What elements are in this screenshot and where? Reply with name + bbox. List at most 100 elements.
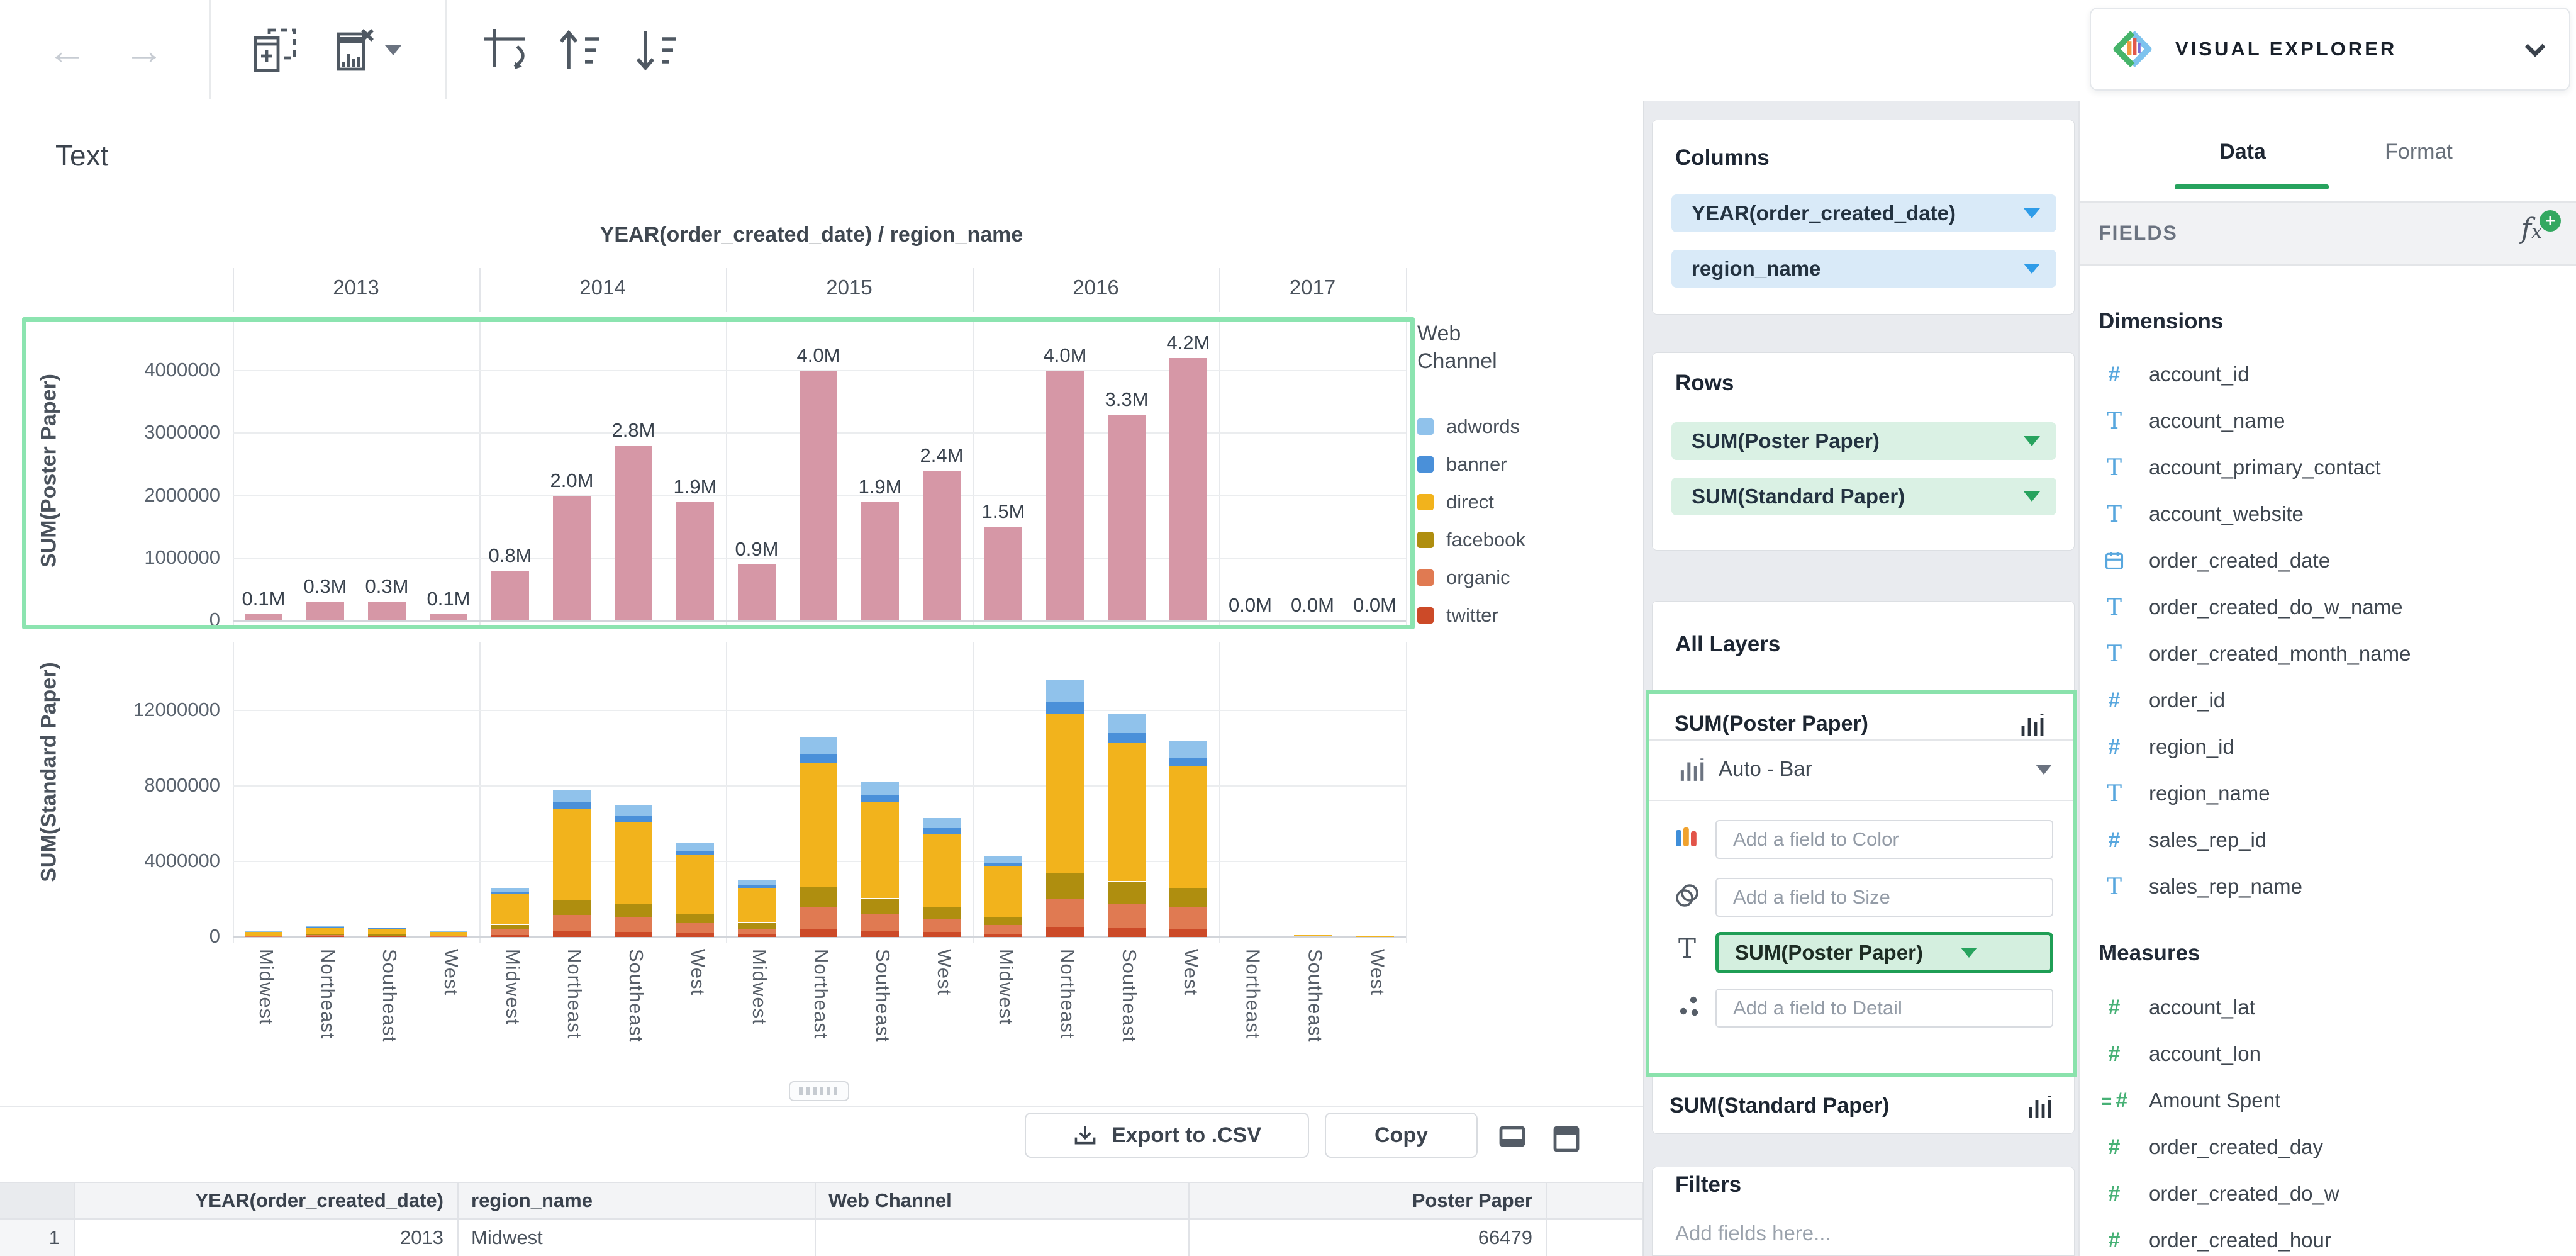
poster-bar[interactable]: [1169, 358, 1207, 620]
field-item-region-name[interactable]: Tregion_name: [2080, 770, 2576, 817]
stack-segment-organic[interactable]: [615, 917, 652, 932]
stack-segment-direct[interactable]: [1169, 766, 1207, 888]
stack-segment-organic[interactable]: [676, 923, 714, 934]
poster-bar[interactable]: [430, 614, 467, 620]
sort-ascending-icon[interactable]: [552, 24, 605, 77]
forward-arrow-icon[interactable]: →: [124, 27, 164, 74]
stack-segment-facebook[interactable]: [306, 934, 344, 936]
legend-item[interactable]: facebook: [1417, 521, 1525, 559]
back-arrow-icon[interactable]: ←: [47, 27, 87, 74]
stack-segment-adwords[interactable]: [1169, 741, 1207, 758]
stack-segment-banner[interactable]: [368, 928, 406, 929]
detail-shelf-input[interactable]: [1715, 989, 2053, 1028]
stack-segment-facebook[interactable]: [984, 917, 1022, 925]
field-item-order-created-month-name[interactable]: Torder_created_month_name: [2080, 631, 2576, 677]
table-row[interactable]: 12013Midwest66479: [0, 1220, 1643, 1256]
field-item-account-lon[interactable]: #account_lon: [2080, 1031, 2576, 1077]
remove-chart-caret-icon[interactable]: [385, 45, 401, 55]
chevron-down-icon[interactable]: [2036, 765, 2052, 775]
stack-segment-banner[interactable]: [984, 863, 1022, 866]
stack-segment-adwords[interactable]: [738, 880, 776, 885]
stack-segment-twitter[interactable]: [1046, 927, 1084, 937]
bar-chart-icon[interactable]: [2026, 1092, 2053, 1120]
stack-segment-direct[interactable]: [306, 927, 344, 934]
stack-segment-direct[interactable]: [553, 809, 591, 900]
stack-segment-banner[interactable]: [738, 885, 776, 888]
stack-segment-facebook[interactable]: [1046, 873, 1084, 899]
poster-bar[interactable]: [738, 564, 776, 620]
stack-segment-banner[interactable]: [306, 927, 344, 928]
poster-bar[interactable]: [245, 614, 282, 620]
stack-segment-facebook[interactable]: [676, 914, 714, 923]
field-item-region-id[interactable]: #region_id: [2080, 724, 2576, 770]
stack-segment-direct[interactable]: [923, 834, 961, 907]
pivot-axes-icon[interactable]: [479, 24, 532, 77]
field-item-order-created-do-w-name[interactable]: Torder_created_do_w_name: [2080, 584, 2576, 631]
column-pill-region[interactable]: region_name: [1671, 250, 2056, 288]
chevron-down-icon[interactable]: [1961, 948, 1977, 958]
stack-segment-organic[interactable]: [861, 914, 899, 931]
legend-item[interactable]: organic: [1417, 559, 1525, 597]
stack-segment-banner[interactable]: [1108, 733, 1146, 743]
stack-segment-direct[interactable]: [491, 894, 529, 924]
poster-bar[interactable]: [676, 502, 714, 620]
stack-segment-facebook[interactable]: [491, 925, 529, 930]
row-pill-poster[interactable]: SUM(Poster Paper): [1671, 422, 2056, 460]
poster-bar[interactable]: [553, 496, 591, 620]
stack-segment-organic[interactable]: [923, 919, 961, 933]
stack-segment-adwords[interactable]: [1108, 714, 1146, 733]
stack-segment-organic[interactable]: [430, 936, 467, 937]
visual-explorer-menu-button[interactable]: VISUAL EXPLORER: [2090, 8, 2570, 91]
stack-segment-twitter[interactable]: [984, 934, 1022, 937]
field-item-order-created-date[interactable]: order_created_date: [2080, 537, 2576, 584]
chart-text-annotation[interactable]: Text: [55, 138, 108, 172]
legend-item[interactable]: adwords: [1417, 408, 1525, 446]
mark-type-select[interactable]: Auto - Bar: [1719, 757, 1812, 781]
stack-segment-twitter[interactable]: [368, 936, 406, 937]
poster-bar[interactable]: [984, 527, 1022, 620]
tab-data[interactable]: Data: [2219, 140, 2266, 164]
export-csv-button[interactable]: Export to .CSV: [1025, 1113, 1309, 1158]
field-item-order-created-do-w[interactable]: #order_created_do_w: [2080, 1170, 2576, 1217]
stack-segment-twitter[interactable]: [923, 932, 961, 937]
chevron-down-icon[interactable]: [2024, 264, 2040, 274]
legend-item[interactable]: banner: [1417, 446, 1525, 483]
field-item-sales-rep-id[interactable]: #sales_rep_id: [2080, 817, 2576, 863]
field-item-account-lat[interactable]: #account_lat: [2080, 984, 2576, 1031]
size-shelf-input[interactable]: [1715, 878, 2053, 917]
stack-segment-twitter[interactable]: [1108, 928, 1146, 937]
poster-bar[interactable]: [306, 602, 344, 620]
stack-segment-facebook[interactable]: [615, 904, 652, 917]
stack-segment-organic[interactable]: [1046, 899, 1084, 927]
stack-segment-direct[interactable]: [430, 932, 467, 936]
field-item-account-primary-contact[interactable]: Taccount_primary_contact: [2080, 444, 2576, 491]
remove-chart-icon[interactable]: [332, 26, 380, 74]
poster-bar[interactable]: [1046, 371, 1084, 620]
stack-segment-direct[interactable]: [861, 802, 899, 899]
stack-segment-organic[interactable]: [368, 936, 406, 937]
stack-segment-organic[interactable]: [491, 929, 529, 935]
stack-segment-adwords[interactable]: [923, 818, 961, 828]
stack-segment-organic[interactable]: [1169, 907, 1207, 929]
stack-segment-twitter[interactable]: [676, 933, 714, 937]
stack-segment-direct[interactable]: [1046, 714, 1084, 873]
field-item-order-created-hour[interactable]: #order_created_hour: [2080, 1217, 2576, 1256]
stack-segment-adwords[interactable]: [615, 805, 652, 816]
minimize-panel-icon[interactable]: [1498, 1125, 1526, 1148]
legend-item[interactable]: direct: [1417, 483, 1525, 521]
stack-segment-direct[interactable]: [738, 888, 776, 923]
field-item-account-name[interactable]: Taccount_name: [2080, 398, 2576, 444]
poster-bar[interactable]: [368, 602, 406, 620]
stack-segment-direct[interactable]: [676, 855, 714, 914]
stack-segment-facebook[interactable]: [738, 923, 776, 929]
chevron-down-icon[interactable]: [2024, 436, 2040, 446]
add-calculated-field-icon[interactable]: fx+: [2521, 213, 2542, 245]
stack-segment-banner[interactable]: [553, 802, 591, 809]
stack-segment-direct[interactable]: [1294, 935, 1332, 936]
legend-item[interactable]: twitter: [1417, 597, 1525, 634]
poster-bar[interactable]: [800, 371, 837, 620]
field-item-order-created-day[interactable]: #order_created_day: [2080, 1124, 2576, 1170]
stack-segment-direct[interactable]: [1108, 743, 1146, 881]
stack-segment-banner[interactable]: [923, 828, 961, 834]
field-item-account-website[interactable]: Taccount_website: [2080, 491, 2576, 537]
